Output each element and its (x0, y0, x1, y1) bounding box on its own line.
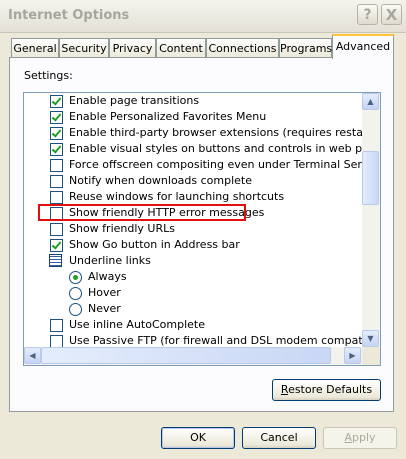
radio-unchecked[interactable] (69, 303, 82, 316)
tab-label: Connections (208, 42, 277, 55)
setting-notify-downloads-complete[interactable]: Notify when downloads complete (24, 173, 362, 189)
checkbox-unchecked[interactable] (50, 223, 63, 236)
tab-privacy[interactable]: Privacy (109, 38, 156, 57)
checkbox-checked[interactable] (50, 127, 63, 140)
tab-label: Programs (280, 42, 333, 55)
arrow-left-icon: ◀ (29, 351, 36, 360)
checkbox-unchecked[interactable] (50, 335, 63, 347)
horizontal-scroll-thumb[interactable] (41, 347, 331, 364)
setting-label: Always (88, 270, 127, 283)
checkbox-checked[interactable] (50, 95, 63, 108)
setting-passive-ftp[interactable]: Use Passive FTP (for firewall and DSL mo… (24, 333, 362, 347)
apply-button[interactable]: Apply (323, 427, 397, 449)
tab-label: General (13, 42, 57, 55)
close-button[interactable]: X (381, 4, 402, 25)
settings-group-icon (49, 254, 62, 267)
checkbox-unchecked[interactable] (50, 159, 63, 172)
checkbox-checked[interactable] (50, 239, 63, 252)
setting-label: Enable visual styles on buttons and cont… (69, 142, 362, 155)
tab-label: Advanced (335, 40, 391, 53)
setting-label: Never (88, 302, 121, 315)
internet-options-dialog: Internet Options ? X General Security Pr… (0, 0, 406, 459)
button-label: Restore Defaults (280, 383, 373, 396)
restore-defaults-button[interactable]: Restore Defaults (272, 379, 381, 401)
setting-force-offscreen-compositing[interactable]: Force offscreen compositing even under T… (24, 157, 362, 173)
close-icon: X (385, 6, 398, 24)
setting-label: Show friendly URLs (69, 222, 175, 235)
setting-label: Enable page transitions (69, 94, 200, 107)
help-button[interactable]: ? (357, 4, 378, 25)
scroll-right-button[interactable]: ▶ (344, 347, 361, 364)
ok-button[interactable]: OK (161, 427, 235, 449)
horizontal-scrollbar[interactable]: ◀ ▶ (24, 347, 362, 365)
setting-underline-hover[interactable]: Hover (24, 285, 362, 301)
checkbox-checked[interactable] (50, 111, 63, 124)
radio-checked[interactable] (69, 271, 82, 284)
setting-enable-personalized-favorites[interactable]: Enable Personalized Favorites Menu (24, 109, 362, 125)
radio-unchecked[interactable] (69, 287, 82, 300)
setting-show-go-button[interactable]: Show Go button in Address bar (24, 237, 362, 253)
setting-show-friendly-urls[interactable]: Show friendly URLs (24, 221, 362, 237)
setting-group-underline-links: Underline links (24, 253, 362, 269)
scroll-left-button[interactable]: ◀ (24, 347, 41, 364)
setting-label: Enable Personalized Favorites Menu (69, 110, 267, 123)
settings-label: Settings: (24, 69, 73, 82)
scrollbar-corner (362, 347, 380, 365)
setting-label: Hover (88, 286, 121, 299)
tab-security[interactable]: Security (59, 38, 109, 57)
annotation-highlight-box (38, 204, 246, 221)
button-label: OK (190, 431, 206, 444)
help-icon: ? (363, 7, 372, 23)
settings-list[interactable]: Enable page transitions Enable Personali… (23, 92, 381, 366)
tab-label: Security (61, 42, 107, 55)
arrow-right-icon: ▶ (349, 351, 356, 360)
button-label: Cancel (260, 431, 298, 444)
setting-underline-never[interactable]: Never (24, 301, 362, 317)
setting-label: Notify when downloads complete (69, 174, 253, 187)
setting-label: Show Go button in Address bar (69, 238, 240, 251)
window-title: Internet Options (8, 8, 130, 23)
button-label: Apply (344, 431, 376, 444)
checkbox-checked[interactable] (50, 143, 63, 156)
vertical-scrollbar[interactable]: ▲ ▼ (362, 93, 380, 347)
setting-label: Force offscreen compositing even under T… (69, 158, 362, 171)
setting-reuse-windows[interactable]: Reuse windows for launching shortcuts (24, 189, 362, 205)
cancel-button[interactable]: Cancel (242, 427, 316, 449)
checkbox-unchecked[interactable] (50, 175, 63, 188)
scroll-up-button[interactable]: ▲ (362, 93, 379, 110)
scroll-down-button[interactable]: ▼ (362, 330, 379, 347)
title-bar: Internet Options ? X (0, 0, 406, 33)
tab-label: Privacy (112, 42, 153, 55)
setting-inline-autocomplete[interactable]: Use inline AutoComplete (24, 317, 362, 333)
tab-label: Content (159, 42, 203, 55)
setting-label: Use inline AutoComplete (69, 318, 205, 331)
vertical-scroll-thumb[interactable] (362, 151, 379, 205)
setting-enable-third-party-extensions[interactable]: Enable third-party browser extensions (r… (24, 125, 362, 141)
tab-content[interactable]: Content (156, 38, 206, 57)
arrow-down-icon: ▼ (367, 334, 374, 343)
tab-advanced[interactable]: Advanced (332, 34, 394, 59)
tab-connections[interactable]: Connections (206, 38, 279, 57)
arrow-up-icon: ▲ (367, 97, 374, 106)
checkbox-unchecked[interactable] (50, 191, 63, 204)
checkbox-unchecked[interactable] (50, 319, 63, 332)
setting-label: Use Passive FTP (for firewall and DSL mo… (69, 334, 362, 347)
tab-general[interactable]: General (11, 38, 59, 57)
setting-label: Reuse windows for launching shortcuts (69, 190, 285, 203)
setting-enable-page-transitions[interactable]: Enable page transitions (24, 93, 362, 109)
setting-underline-always[interactable]: Always (24, 269, 362, 285)
tab-programs[interactable]: Programs (279, 38, 332, 57)
setting-group-label: Underline links (69, 254, 151, 267)
setting-enable-visual-styles[interactable]: Enable visual styles on buttons and cont… (24, 141, 362, 157)
setting-label: Enable third-party browser extensions (r… (69, 126, 362, 139)
